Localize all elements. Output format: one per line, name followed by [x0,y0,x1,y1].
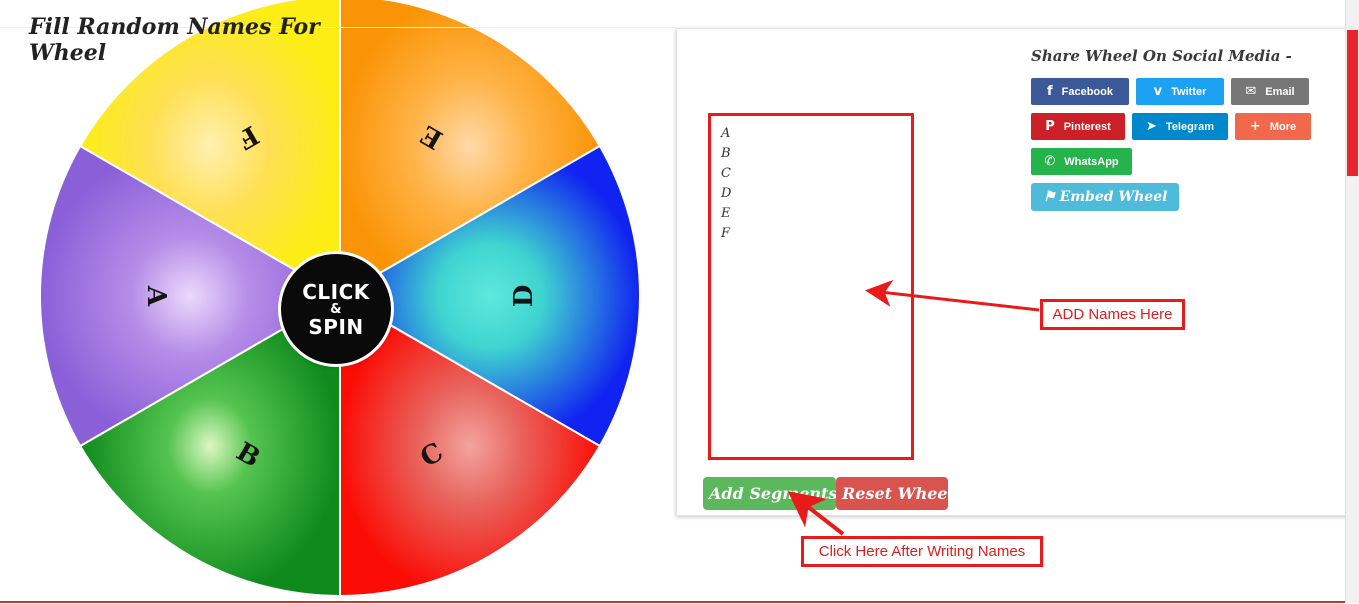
envelope-icon: ✉ [1245,84,1257,99]
wheel-area: E D C B A F CLICK & SPIN [0,0,676,603]
page-scrollbar[interactable] [1345,0,1359,603]
share-twitter-button[interactable]: ᴠ Twitter [1136,78,1224,105]
share-whatsapp-label: WhatsApp [1064,155,1119,168]
share-row-2: P Pinterest ➤ Telegram + More [1031,113,1311,140]
embed-wheel-label: Embed Wheel [1059,189,1168,205]
wheel-label-d: D [509,285,539,308]
annotation-click-here: Click Here After Writing Names [801,536,1043,567]
whatsapp-icon: ✆ [1044,154,1056,169]
share-telegram-button[interactable]: ➤ Telegram [1132,113,1228,140]
plus-icon: + [1249,119,1261,134]
add-segments-button[interactable]: Add Segments [703,477,837,510]
embed-wheel-button[interactable]: ⚑ Embed Wheel [1031,183,1180,211]
tag-icon: ⚑ [1043,189,1056,205]
share-pinterest-label: Pinterest [1063,120,1111,133]
share-twitter-label: Twitter [1171,85,1207,98]
hub-label-amp: & [330,301,342,317]
share-whatsapp-button[interactable]: ✆ WhatsApp [1031,148,1132,175]
facebook-icon: f [1046,84,1053,99]
wheel-label-a: A [141,285,171,307]
twitter-icon: ᴠ [1153,84,1163,99]
hub-label-click: CLICK [302,279,370,304]
share-row-1: f Facebook ᴠ Twitter ✉ Email [1031,78,1309,105]
pinterest-icon: P [1045,119,1055,134]
share-telegram-label: Telegram [1165,120,1214,133]
spin-button[interactable]: CLICK & SPIN [281,254,391,364]
page-title: Fill Random Names For Wheel [29,14,320,66]
share-facebook-label: Facebook [1061,85,1113,98]
telegram-icon: ➤ [1146,119,1157,134]
reset-wheel-button[interactable]: Reset Wheel [836,477,954,510]
page-scrollbar-thumb[interactable] [1347,30,1358,176]
share-facebook-button[interactable]: f Facebook [1031,78,1129,105]
share-section-title: Share Wheel On Social Media - [1031,47,1292,65]
share-email-button[interactable]: ✉ Email [1231,78,1309,105]
hub-label-spin: SPIN [308,314,364,339]
annotation-add-names: ADD Names Here [1040,299,1185,330]
share-more-label: More [1269,120,1297,133]
share-more-button[interactable]: + More [1235,113,1311,140]
share-email-label: Email [1265,85,1295,98]
share-row-3: ✆ WhatsApp [1031,148,1132,175]
names-input[interactable] [708,113,914,460]
share-pinterest-button[interactable]: P Pinterest [1031,113,1125,140]
